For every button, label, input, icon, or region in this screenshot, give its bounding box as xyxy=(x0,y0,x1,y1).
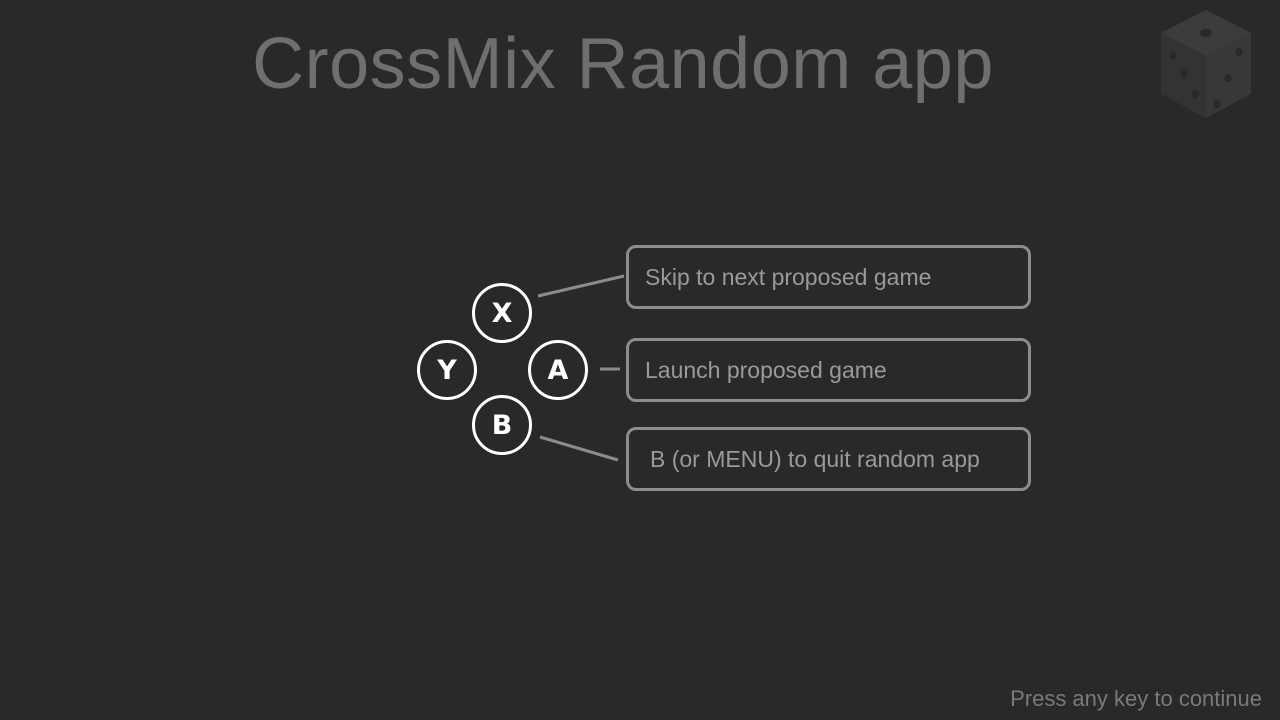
x-action-label: Skip to next proposed game xyxy=(626,245,1031,309)
divider xyxy=(394,255,395,470)
b-connector xyxy=(539,435,619,462)
x-connector xyxy=(537,274,625,298)
b-action-text: B (or MENU) to quit random app xyxy=(650,445,980,472)
x-action-text: Skip to next proposed game xyxy=(645,263,932,290)
a-action-text: Launch proposed game xyxy=(645,356,887,383)
continue-prompt[interactable]: Press any key to continue xyxy=(1010,686,1262,712)
x-button-icon: X xyxy=(472,283,532,343)
b-action-label: B (or MENU) to quit random app xyxy=(626,427,1031,491)
splash-screen: CrossMix Random app X Y A B Skip to next… xyxy=(0,0,1280,720)
y-button-icon: Y xyxy=(417,340,477,400)
a-action-label: Launch proposed game xyxy=(626,338,1031,402)
a-button-icon: A xyxy=(528,340,588,400)
dice-icon xyxy=(1161,10,1251,118)
page-title: CrossMix Random app xyxy=(252,24,994,104)
b-button-icon: B xyxy=(472,395,532,455)
